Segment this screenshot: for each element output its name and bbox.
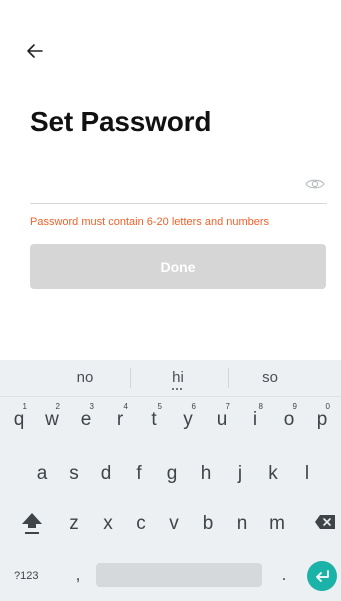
page-title: Set Password [30, 106, 212, 137]
shift-key[interactable] [20, 508, 44, 538]
key-w[interactable]: 2w [37, 398, 67, 442]
key-label: t [151, 409, 157, 430]
key-i[interactable]: 8i [240, 398, 270, 442]
key-s[interactable]: s [59, 452, 89, 496]
key-d[interactable]: d [91, 452, 121, 496]
done-button[interactable]: Done [30, 244, 326, 289]
key-h[interactable]: h [191, 452, 221, 496]
key-hint-number: 1 [22, 402, 27, 411]
key-hint-number: 8 [258, 402, 263, 411]
key-g[interactable]: g [157, 452, 187, 496]
key-hint-number: 4 [123, 402, 128, 411]
key-label: y [183, 409, 193, 430]
key-p[interactable]: 0p [307, 398, 337, 442]
key-e[interactable]: 3e [71, 398, 101, 442]
key-label: p [316, 409, 328, 430]
key-hint-number: 9 [292, 402, 297, 411]
key-hint-number: 6 [191, 402, 196, 411]
key-o[interactable]: 9o [274, 398, 304, 442]
key-q[interactable]: 1q [4, 398, 34, 442]
key-m[interactable]: m [262, 502, 292, 546]
key-label: u [216, 409, 228, 430]
comma-key[interactable]: , [70, 563, 86, 587]
key-v[interactable]: v [159, 502, 189, 546]
suggestion-bar: no hi so [0, 360, 341, 397]
symbols-key[interactable]: ?123 [14, 564, 54, 588]
back-button[interactable] [24, 40, 46, 62]
key-hint-number: 5 [157, 402, 162, 411]
key-hint-number: 2 [55, 402, 60, 411]
enter-key[interactable] [307, 561, 337, 591]
key-label: i [252, 409, 258, 430]
key-hint-number: 3 [89, 402, 94, 411]
shift-arrow-icon [22, 513, 42, 534]
key-label: e [80, 409, 92, 430]
enter-arrow-icon [316, 570, 329, 582]
key-u[interactable]: 7u [207, 398, 237, 442]
key-k[interactable]: k [258, 452, 288, 496]
password-field[interactable] [30, 165, 327, 204]
key-hint-number: 0 [325, 402, 330, 411]
key-z[interactable]: z [59, 502, 89, 546]
key-j[interactable]: j [225, 452, 255, 496]
space-key[interactable] [96, 563, 262, 587]
key-label: q [13, 409, 25, 430]
key-f[interactable]: f [124, 452, 154, 496]
key-label: r [116, 409, 124, 430]
key-n[interactable]: n [227, 502, 257, 546]
key-x[interactable]: x [93, 502, 123, 546]
key-b[interactable]: b [193, 502, 223, 546]
key-l[interactable]: l [292, 452, 322, 496]
key-hint-number: 7 [225, 402, 230, 411]
key-c[interactable]: c [126, 502, 156, 546]
suggestion-item[interactable]: no [35, 360, 135, 396]
period-key[interactable]: . [276, 563, 292, 587]
backspace-icon [315, 515, 335, 529]
eye-icon[interactable] [305, 177, 325, 191]
backspace-key[interactable] [314, 514, 336, 530]
key-label: w [45, 409, 59, 430]
keyboard: no hi so 1q 2w 3e 4r 5t 6y 7u 8i 9o 0p a… [0, 360, 341, 601]
more-suggestions-icon [172, 388, 184, 391]
key-a[interactable]: a [27, 452, 57, 496]
suggestion-item[interactable]: so [220, 360, 320, 396]
key-t[interactable]: 5t [139, 398, 169, 442]
arrow-left-icon [27, 44, 43, 58]
key-label: o [283, 409, 295, 430]
key-y[interactable]: 6y [173, 398, 203, 442]
key-r[interactable]: 4r [105, 398, 135, 442]
password-input[interactable] [30, 173, 294, 201]
password-hint: Password must contain 6-20 letters and n… [30, 216, 270, 228]
